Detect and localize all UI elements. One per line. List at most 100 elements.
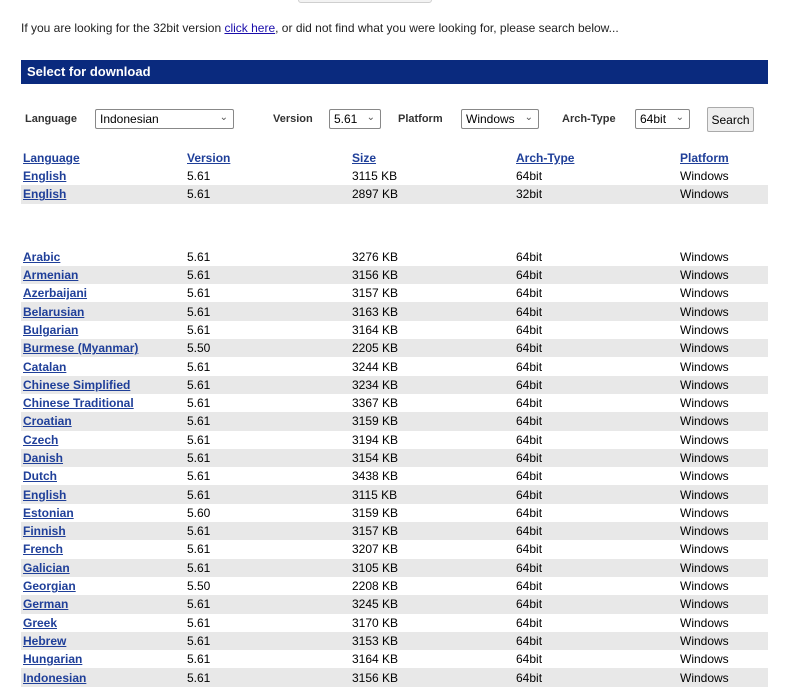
arch-type-cell: 64bit <box>516 469 543 484</box>
language-cell[interactable]: Indonesian <box>21 668 185 687</box>
table-row: Georgian 5.50 2208 KB 64bit Windows <box>21 577 768 595</box>
table-row: Azerbaijani 5.61 3157 KB 64bit Windows <box>21 284 768 302</box>
language-cell[interactable]: Galician <box>21 558 185 577</box>
arch-type-cell: 64bit <box>514 339 678 358</box>
platform-cell: Windows <box>678 412 768 431</box>
language-cell[interactable]: Chinese Traditional <box>21 394 185 412</box>
platform-cell: Windows <box>680 286 729 301</box>
platform-cell: Windows <box>678 631 768 651</box>
header-language[interactable]: Language <box>21 149 185 167</box>
language-cell[interactable]: Estonian <box>21 504 185 522</box>
language-cell[interactable]: Croatian <box>21 412 185 431</box>
language-cell[interactable]: Azerbaijani <box>21 284 185 302</box>
chevron-down-icon: ⌄ <box>219 112 228 123</box>
arch-type-cell: 64bit <box>516 615 543 630</box>
size-cell: 3159 KB <box>352 505 399 520</box>
header-size[interactable]: Size <box>350 149 514 167</box>
version-cell: 5.61 <box>187 169 211 184</box>
size-cell: 3154 KB <box>350 448 514 468</box>
language-select[interactable]: Indonesian ⌄ <box>95 109 234 129</box>
platform-select-value: Windows <box>466 112 515 126</box>
filter-bar: Language Indonesian ⌄ Version 5.61 ⌄ Pla… <box>21 107 768 133</box>
top-button-edge[interactable] <box>298 0 432 3</box>
table-row: German 5.61 3245 KB 64bit Windows <box>21 595 768 614</box>
platform-cell: Windows <box>680 579 729 594</box>
header-version[interactable]: Version <box>185 149 350 167</box>
language-cell[interactable]: Greek <box>21 614 185 632</box>
arch-type-cell: 64bit <box>516 542 543 557</box>
table-spacer <box>21 203 768 248</box>
version-cell: 5.61 <box>187 432 211 447</box>
version-cell: 5.61 <box>185 412 350 431</box>
size-cell: 3234 KB <box>350 375 514 394</box>
language-label: Language <box>25 113 77 125</box>
size-cell: 3105 KB <box>350 558 514 577</box>
table-row: Hungarian 5.61 3164 KB 64bit Windows <box>21 650 768 668</box>
arch-type-select[interactable]: 64bit ⌄ <box>635 109 690 129</box>
version-cell: 5.61 <box>187 652 211 667</box>
platform-cell: Windows <box>680 505 729 520</box>
version-cell: 5.60 <box>187 505 211 520</box>
language-cell[interactable]: Hebrew <box>21 631 185 651</box>
version-cell: 5.61 <box>187 322 211 337</box>
language-cell[interactable]: English <box>21 485 185 504</box>
version-label: Version <box>273 113 313 125</box>
language-cell[interactable]: Dutch <box>21 467 185 485</box>
language-cell[interactable]: Danish <box>21 448 185 468</box>
platform-cell: Windows <box>678 375 768 394</box>
arch-type-cell: 64bit <box>514 265 678 285</box>
table-row: Estonian 5.60 3159 KB 64bit Windows <box>21 504 768 522</box>
language-cell[interactable]: German <box>21 595 185 614</box>
platform-label: Platform <box>398 113 443 125</box>
version-cell: 5.61 <box>187 542 211 557</box>
download-table: Language Version Size Arch-Type Platform… <box>21 149 768 687</box>
platform-cell: Windows <box>678 185 768 204</box>
platform-cell: Windows <box>680 432 729 447</box>
platform-select[interactable]: Windows ⌄ <box>461 109 539 129</box>
language-cell[interactable]: Georgian <box>21 577 185 595</box>
language-cell[interactable]: Bulgarian <box>21 321 185 339</box>
language-cell[interactable]: Burmese (Myanmar) <box>21 339 185 358</box>
language-cell[interactable]: Chinese Simplified <box>21 375 185 394</box>
language-cell[interactable]: English <box>21 167 185 185</box>
table-row: Bulgarian 5.61 3164 KB 64bit Windows <box>21 321 768 339</box>
search-button[interactable]: Search <box>707 107 754 132</box>
platform-cell: Windows <box>680 169 729 184</box>
table-row: Chinese Traditional 5.61 3367 KB 64bit Windo… <box>21 394 768 412</box>
size-cell: 3157 KB <box>352 286 399 301</box>
arch-type-cell: 64bit <box>516 286 543 301</box>
platform-cell: Windows <box>680 322 729 337</box>
header-platform[interactable]: Platform <box>678 149 768 167</box>
table-row: Finnish 5.61 3157 KB 64bit Windows <box>21 522 768 541</box>
arch-type-cell: 64bit <box>514 522 678 541</box>
intro-text: If you are looking for the 32bit version… <box>21 21 619 35</box>
language-cell[interactable]: Czech <box>21 431 185 449</box>
version-cell: 5.50 <box>187 579 211 594</box>
32bit-link[interactable]: click here <box>224 21 275 35</box>
version-cell: 5.61 <box>185 558 350 577</box>
version-select[interactable]: 5.61 ⌄ <box>329 109 381 129</box>
platform-cell: Windows <box>678 302 768 321</box>
language-cell[interactable]: Belarusian <box>21 302 185 321</box>
header-arch-type[interactable]: Arch-Type <box>514 149 678 167</box>
size-cell: 3367 KB <box>352 396 399 411</box>
table-header-row: Language Version Size Arch-Type Platform <box>21 149 768 167</box>
size-cell: 3115 KB <box>352 169 398 184</box>
language-cell[interactable]: Finnish <box>21 522 185 541</box>
language-cell[interactable]: English <box>21 185 185 204</box>
version-cell: 5.61 <box>185 448 350 468</box>
language-cell[interactable]: Armenian <box>21 265 185 285</box>
platform-cell: Windows <box>680 396 729 411</box>
table-row: Indonesian 5.61 3156 KB 64bit Windows <box>21 668 768 687</box>
language-cell[interactable]: Catalan <box>21 357 185 375</box>
table-row: Armenian 5.61 3156 KB 64bit Windows <box>21 265 768 285</box>
arch-type-cell: 64bit <box>514 448 678 468</box>
arch-type-cell: 64bit <box>516 249 543 264</box>
language-cell[interactable]: French <box>21 540 185 558</box>
language-cell[interactable]: Hungarian <box>21 650 185 668</box>
platform-cell: Windows <box>680 542 729 557</box>
version-cell: 5.61 <box>185 668 350 687</box>
language-cell[interactable]: Arabic <box>21 248 185 266</box>
version-cell: 5.61 <box>185 485 350 504</box>
table-row: French 5.61 3207 KB 64bit Windows <box>21 540 768 558</box>
